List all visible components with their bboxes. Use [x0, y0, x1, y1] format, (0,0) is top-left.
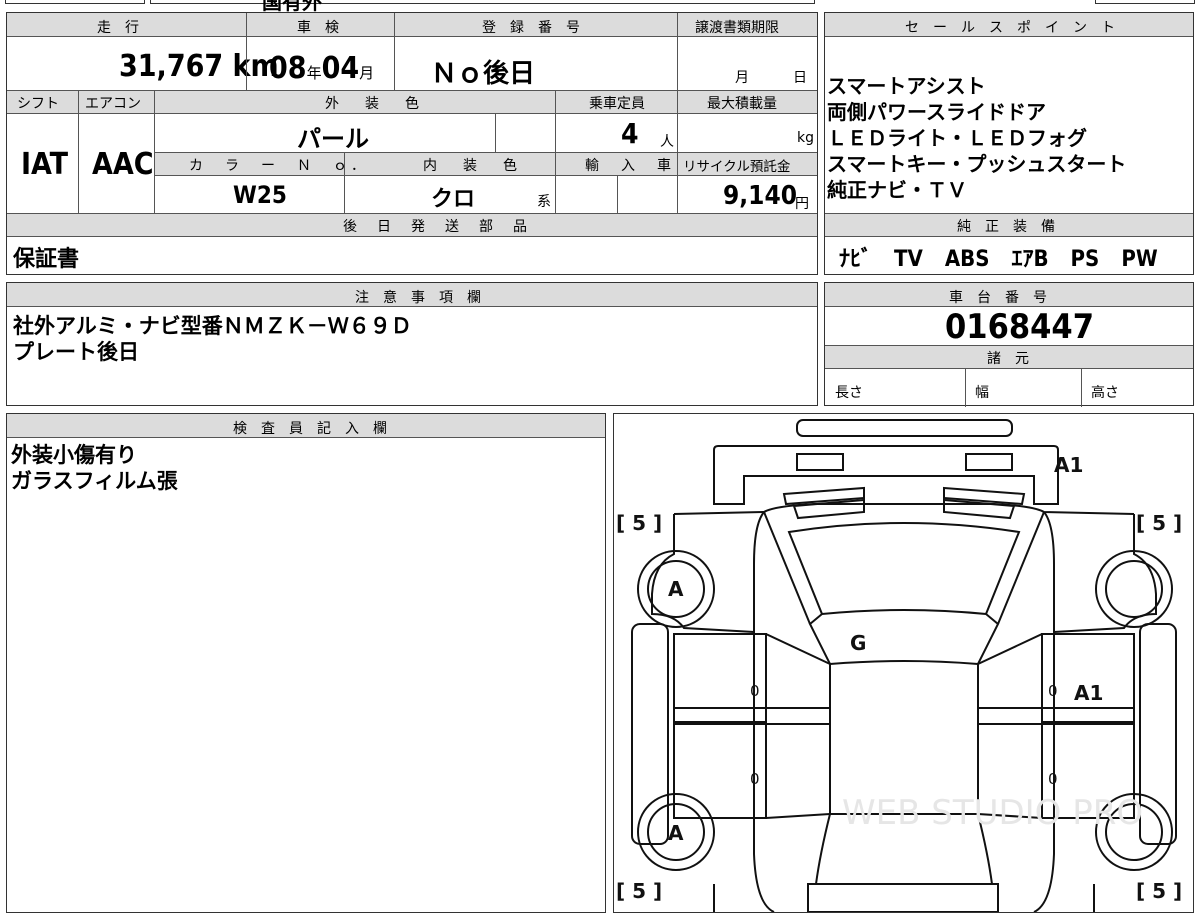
note-item: 社外アルミ・ナビ型番ＮＭＺＫ－Ｗ６９Ｄ — [13, 314, 412, 338]
mark-windshield: G — [850, 631, 866, 655]
spec-width-label: 幅 — [975, 385, 989, 401]
notes-list: 社外アルミ・ナビ型番ＮＭＺＫ－Ｗ６９Ｄ プレート後日 — [13, 313, 412, 365]
sales-point-box: セ ー ル ス ポ イ ン ト スマートアシスト 両側パワースライドドア ＬＥＤ… — [824, 12, 1194, 275]
body-outline — [753, 511, 1055, 912]
recycle-fee-value: 9,140 — [723, 181, 797, 211]
sales-point-header: セ ー ル ス ポ イ ン ト — [905, 20, 1115, 36]
mileage-value: 31,767 km — [119, 49, 279, 84]
tire-label-front-left: [ 5 ] — [616, 511, 662, 535]
later-parts-header: 後 日 発 送 部 品 — [343, 219, 530, 235]
front-headlight-right — [965, 453, 1013, 471]
notes-box: 注 意 事 項 欄 社外アルミ・ナビ型番ＮＭＺＫ－Ｗ６９Ｄ プレート後日 — [6, 282, 818, 406]
notes-header: 注 意 事 項 欄 — [355, 290, 481, 306]
mark-right-front-door-zero: 0 — [1048, 682, 1058, 700]
capacity-unit: 人 — [660, 134, 674, 150]
specs-header: 諸 元 — [987, 351, 1029, 367]
capacity-value: 4 — [621, 117, 639, 150]
inspector-note-item: ガラスフィルム張 — [11, 469, 178, 493]
sales-point-item: スマートキー・プッシュスタート — [827, 152, 1127, 176]
mark-right-front-door: A1 — [1074, 681, 1103, 705]
aircon-header: エアコン — [85, 96, 141, 112]
sales-point-item: スマートアシスト — [827, 74, 986, 98]
right-side-skirt — [1139, 623, 1177, 845]
watermark: WEB STUDIO PRO — [842, 793, 1143, 833]
chassis-box: 車 台 番 号 0168447 諸 元 長さ 幅 高さ — [824, 282, 1194, 407]
sales-point-item: ＬＥＤライト・ＬＥＤフォグ — [827, 126, 1087, 150]
transfer-deadline-header: 譲渡書類期限 — [695, 20, 779, 36]
spec-length-label: 長さ — [835, 385, 863, 401]
shift-value: IAT — [21, 147, 69, 182]
interior-color-value: クロ — [431, 187, 476, 212]
mark-front-left-wheel: A — [668, 577, 684, 601]
rear-lower — [713, 884, 1095, 912]
registration-header: 登 録 番 号 — [482, 20, 580, 36]
inspector-notes-list: 外装小傷有り ガラスフィルム張 — [11, 442, 178, 494]
chassis-number-header: 車 台 番 号 — [949, 290, 1047, 306]
recycle-fee-header: リサイクル預託金 — [683, 159, 791, 175]
sales-point-item: 純正ナビ・ＴＶ — [827, 178, 967, 202]
mark-front-bumper: A1 — [1054, 453, 1083, 477]
tire-label-front-right: [ 5 ] — [1136, 511, 1182, 535]
top-strip-mid — [150, 0, 815, 4]
capacity-header: 乗車定員 — [589, 96, 645, 112]
inspector-box: 検 査 員 記 入 欄 外装小傷有り ガラスフィルム張 — [6, 413, 606, 913]
spec-height-label: 高さ — [1091, 385, 1119, 401]
note-item: プレート後日 — [13, 340, 139, 364]
wheel-front-right — [1095, 550, 1173, 628]
tire-label-rear-right: [ 5 ] — [1136, 879, 1182, 903]
later-parts-value: 保証書 — [13, 247, 80, 272]
mark-right-rear-door-zero: 0 — [1048, 770, 1058, 788]
left-door-edge — [765, 633, 831, 819]
top-strip-left — [5, 0, 145, 4]
import-header: 輸 入 車 — [585, 158, 675, 174]
inspector-header: 検 査 員 記 入 欄 — [233, 421, 387, 437]
inspection-value: 08年04月 — [269, 51, 375, 86]
front-bumper-strip — [796, 419, 1013, 437]
vehicle-info-grid: 走 行 車 検 登 録 番 号 譲渡書類期限 31,767 km 08年04月 … — [6, 12, 818, 275]
genuine-equipment-header: 純 正 装 備 — [957, 219, 1055, 235]
sales-point-item: 両側パワースライドドア — [827, 100, 1046, 124]
mark-rear-left-wheel: A — [668, 821, 684, 845]
left-side-skirt — [631, 623, 669, 845]
sales-point-list: スマートアシスト 両側パワースライドドア ＬＥＤライト・ＬＥＤフォグ スマートキ… — [827, 73, 1126, 203]
damage-diagram-box: [ 5 ] [ 5 ] [ 5 ] [ 5 ] A1 A A G A1 0 0 … — [613, 413, 1194, 913]
transfer-month: 月 — [735, 70, 749, 86]
recycle-fee-unit: 円 — [795, 196, 809, 212]
mark-left-rear-door-zero: 0 — [750, 770, 760, 788]
color-no-header: カ ラ ー Ｎ ｏ． — [189, 158, 369, 174]
tire-label-rear-left: [ 5 ] — [616, 879, 662, 903]
shift-header: シフト — [17, 96, 59, 112]
mileage-header: 走 行 — [97, 20, 139, 36]
car-diagram: [ 5 ] [ 5 ] [ 5 ] [ 5 ] A1 A A G A1 0 0 … — [616, 419, 1182, 912]
front-headlight-left — [796, 453, 844, 471]
top-strip-right — [1095, 0, 1195, 4]
max-load-unit: kg — [797, 130, 814, 146]
color-no-value: W25 — [233, 181, 287, 209]
inspector-note-item: 外装小傷有り — [11, 443, 137, 467]
exterior-color-header: 外 装 色 — [325, 96, 425, 112]
body-top — [673, 503, 1135, 515]
max-load-header: 最大積載量 — [707, 96, 777, 112]
aircon-value: AAC — [92, 147, 154, 182]
interior-color-suffix: 系 — [537, 194, 551, 210]
wheel-front-right-inner — [1105, 560, 1163, 618]
inspection-header: 車 検 — [297, 20, 339, 36]
chassis-number-value: 0168447 — [945, 307, 1094, 347]
exterior-color-value: パール — [297, 125, 369, 153]
roof-panel — [829, 664, 979, 815]
interior-color-header: 内 装 色 — [423, 158, 523, 174]
registration-value: Ｎｏ後日 — [431, 59, 536, 89]
transfer-day: 日 — [793, 70, 807, 86]
right-door-edge — [977, 633, 1043, 819]
roof — [808, 613, 1000, 666]
rear-bumper — [807, 883, 999, 912]
mark-left-front-door-zero: 0 — [750, 682, 760, 700]
windshield — [787, 522, 1021, 616]
genuine-equipment-value: ﾅﾋﾞ TV ABS ｴｱB PS PW — [839, 247, 1158, 272]
